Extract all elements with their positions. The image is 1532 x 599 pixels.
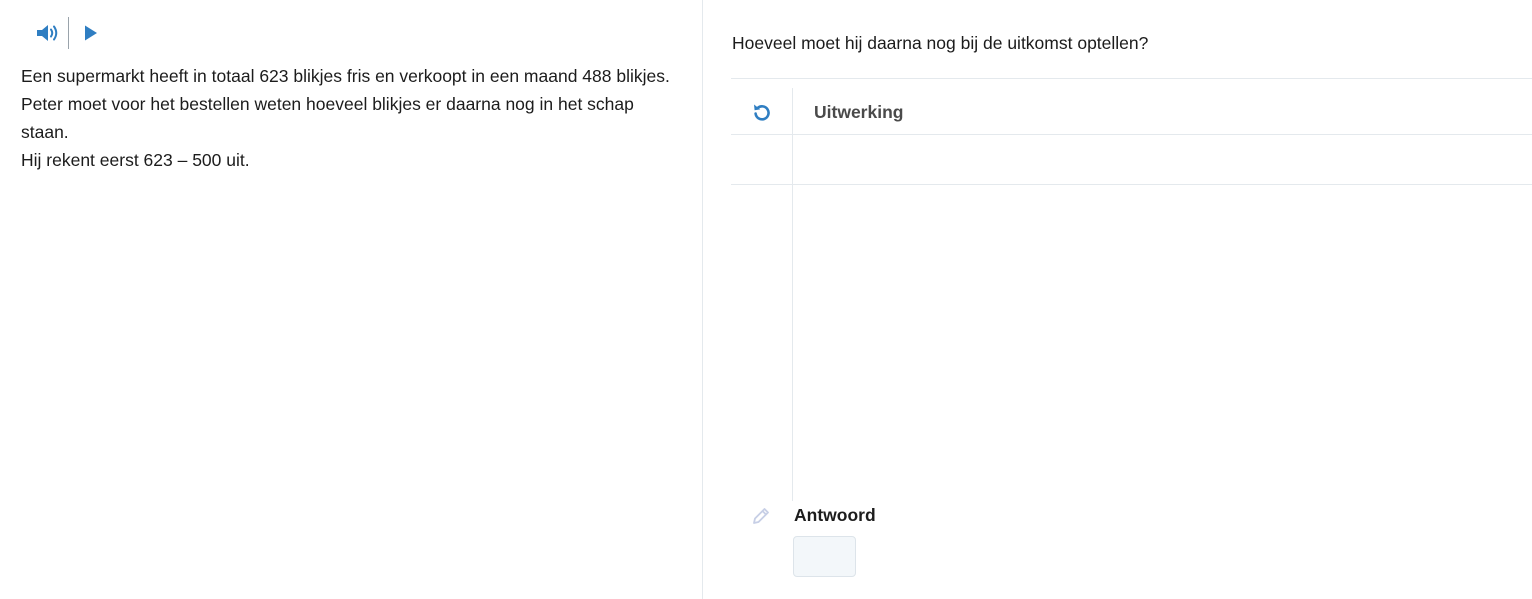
answer-label: Antwoord	[794, 505, 876, 525]
story-line: Hij rekent eerst 623 – 500 uit.	[21, 150, 250, 170]
workspace-title: Uitwerking	[814, 102, 904, 122]
story-text: Een supermarkt heeft in totaal 623 blikj…	[21, 62, 681, 174]
audio-separator	[68, 17, 69, 49]
play-icon	[85, 25, 97, 41]
answer-input[interactable]	[793, 536, 856, 577]
reset-button[interactable]	[748, 98, 776, 126]
reset-icon	[754, 104, 770, 121]
question-divider	[731, 78, 1532, 79]
page: Een supermarkt heeft in totaal 623 blikj…	[0, 0, 1532, 599]
play-button[interactable]	[77, 17, 105, 49]
workspace-area[interactable]	[793, 185, 1532, 500]
story-line: Een supermarkt heeft in totaal 623 blikj…	[21, 66, 670, 86]
pane-divider	[702, 0, 703, 599]
speaker-icon	[37, 25, 58, 41]
question-text: Hoeveel moet hij daarna nog bij de uitko…	[732, 33, 1149, 53]
left-pane: Een supermarkt heeft in totaal 623 blikj…	[0, 0, 703, 599]
workspace-row[interactable]	[793, 135, 1532, 184]
story-line: Peter moet voor het bestellen weten hoev…	[21, 94, 634, 142]
audio-controls	[34, 17, 105, 49]
speaker-button[interactable]	[34, 17, 62, 49]
pencil-icon	[753, 508, 769, 524]
